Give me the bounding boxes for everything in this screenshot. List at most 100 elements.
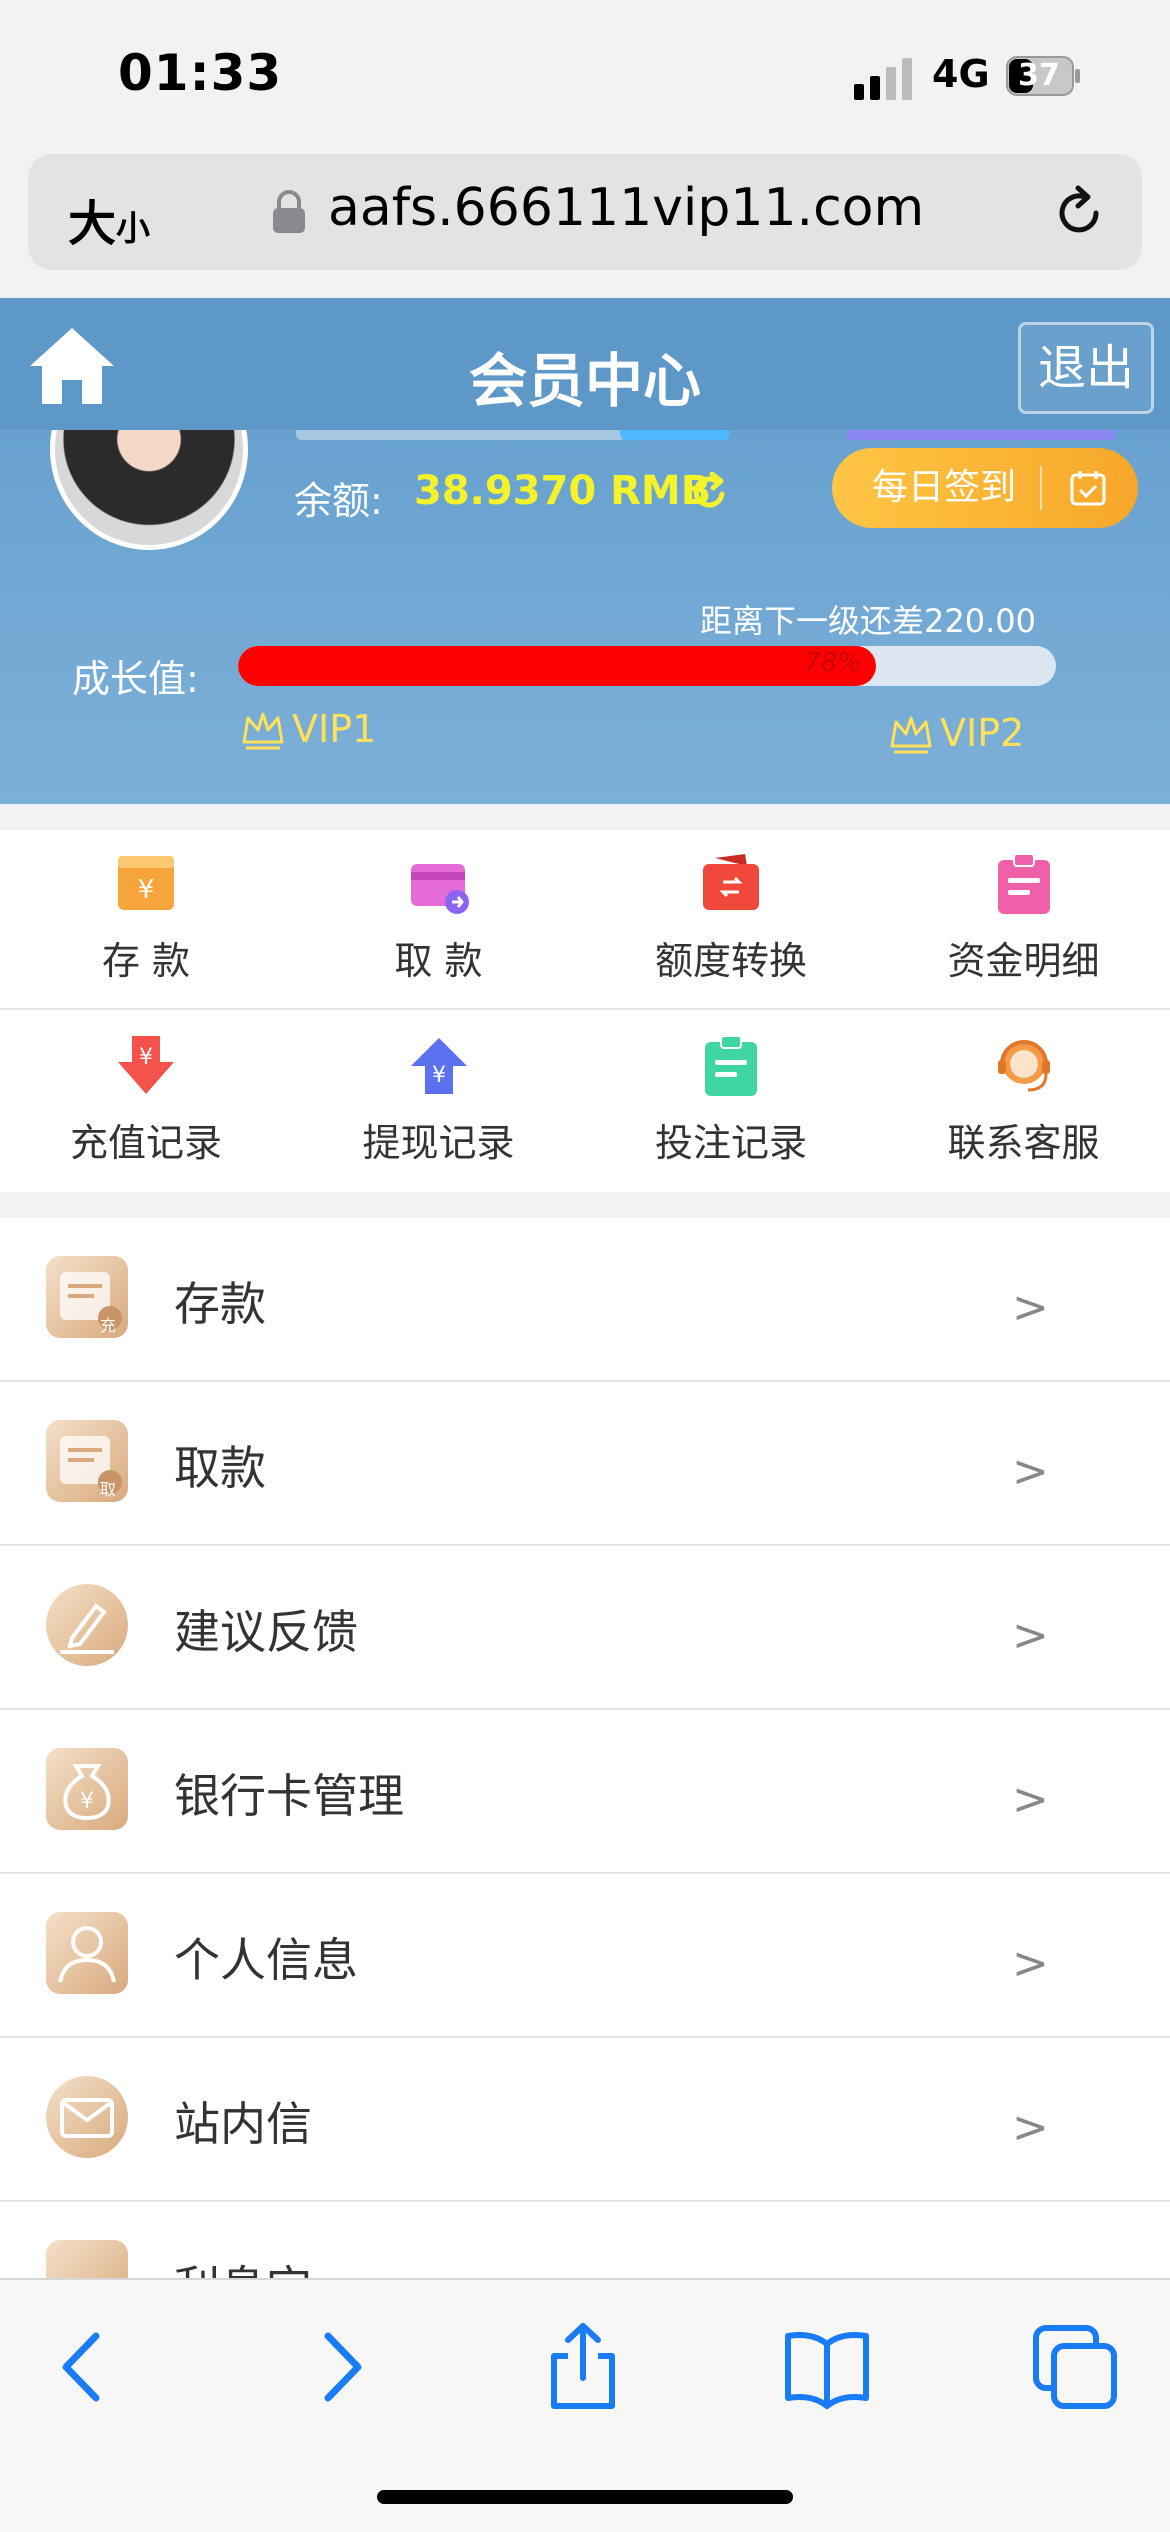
menu-item-profile[interactable]: 个人信息 >	[0, 1874, 1170, 2038]
logout-button[interactable]: 退出	[1018, 322, 1154, 414]
share-icon[interactable]	[538, 2322, 628, 2412]
quick-action-fund-details[interactable]: 资金明细	[878, 830, 1170, 1010]
crown-icon	[890, 716, 932, 754]
quick-action-label: 充值记录	[69, 1121, 222, 1165]
quick-action-withdraw[interactable]: 取 款	[293, 830, 586, 1010]
menu-item-label: 银行卡管理	[174, 1769, 404, 1823]
network-type: 4G	[932, 52, 990, 96]
crown-icon	[242, 712, 284, 750]
quick-action-contact-support[interactable]: 联系客服	[878, 1012, 1170, 1192]
forward-icon[interactable]	[294, 2322, 384, 2412]
svg-text:¥: ¥	[139, 1045, 153, 1070]
daily-checkin-button[interactable]: 每日签到	[832, 448, 1138, 528]
quick-actions-row: ¥ 存 款 取 款 额度转换 资金明细	[0, 830, 1170, 1010]
withdraw-menu-badge: 取	[100, 1480, 117, 1499]
deposit-icon: ¥	[118, 856, 174, 910]
chevron-right-icon: >	[1012, 1446, 1049, 1497]
deposit-menu-badge: 充	[100, 1316, 117, 1335]
growth-progress-bar: 78%	[238, 646, 1056, 686]
recharge-record-icon: ¥	[118, 1036, 174, 1094]
quick-action-bet-record[interactable]: 投注记录	[585, 1012, 878, 1192]
chevron-right-icon: >	[1012, 1282, 1049, 1333]
quick-action-label: 资金明细	[947, 939, 1100, 983]
svg-text:¥: ¥	[138, 875, 155, 905]
quick-action-label: 提现记录	[362, 1121, 515, 1165]
profile-icon	[46, 1912, 128, 1994]
quick-action-label: 存 款	[101, 939, 191, 983]
menu-list: 充 存款 > 取 取款 > 建议反馈 > ¥ 银行卡管理 > 个人信息 > 站内…	[0, 1218, 1170, 2278]
text-size-small-label: 小	[116, 209, 151, 249]
chevron-right-icon: >	[1012, 2102, 1049, 2153]
quick-action-label: 投注记录	[654, 1121, 807, 1165]
chevron-right-icon: >	[1012, 1610, 1049, 1661]
mail-icon	[46, 2076, 128, 2158]
support-icon	[997, 1040, 1050, 1092]
menu-item-bank-card[interactable]: ¥ 银行卡管理 >	[0, 1710, 1170, 1874]
chevron-right-icon: >	[1012, 1774, 1049, 1825]
vip-current-label: VIP1	[292, 707, 377, 751]
vip-next: VIP2	[888, 710, 1024, 756]
page-title: 会员中心	[468, 347, 701, 415]
quick-action-label: 联系客服	[947, 1121, 1100, 1165]
calendar-icon	[1070, 471, 1106, 506]
text-size-button[interactable]: 大小	[68, 184, 150, 254]
withdraw-icon	[410, 864, 469, 914]
svg-text:¥: ¥	[432, 1063, 446, 1088]
withdraw-record-icon: ¥	[410, 1038, 467, 1094]
tabs-icon[interactable]	[1030, 2322, 1120, 2412]
daily-checkin-label: 每日签到	[872, 467, 1017, 508]
menu-item-label: 利息宝	[174, 2252, 312, 2278]
menu-item-mail[interactable]: 站内信 >	[0, 2038, 1170, 2202]
menu-item-withdraw[interactable]: 取 取款 >	[0, 1382, 1170, 1546]
menu-item-label: 存款	[174, 1277, 266, 1331]
quick-action-transfer[interactable]: 额度转换	[585, 830, 878, 1010]
status-time: 01:33	[118, 44, 283, 102]
quick-actions-grid: ¥ 存 款 取 款 额度转换 资金明细 ¥ 充值记录 ¥ 提现记录 投注记录 联…	[0, 830, 1170, 1192]
cellular-signal-icon	[854, 58, 912, 100]
menu-item-label: 建议反馈	[174, 1605, 358, 1659]
menu-item-interest[interactable]: 利息宝 >	[0, 2202, 1170, 2278]
address-bar[interactable]: 大小 aafs.666111vip11.com	[28, 154, 1142, 270]
quick-action-deposit[interactable]: ¥ 存 款	[0, 830, 293, 1010]
browser-toolbar	[0, 2278, 1170, 2532]
member-header: 会员中心 退出 余额: 38.9370 RMB 每日签到 距离下一级还差220.…	[0, 298, 1170, 804]
growth-progress-text: 78%	[804, 648, 862, 678]
menu-item-deposit[interactable]: 充 存款 >	[0, 1218, 1170, 1382]
bookmarks-icon[interactable]	[782, 2322, 872, 2412]
menu-item-label: 站内信	[174, 2097, 312, 2151]
growth-gap-text: 距离下一级还差220.00	[700, 602, 1036, 640]
bet-record-icon	[705, 1035, 757, 1096]
vip-next-label: VIP2	[940, 711, 1025, 755]
bank-card-icon: ¥	[46, 1748, 128, 1830]
back-icon[interactable]	[40, 2322, 130, 2412]
balance-label: 余额:	[294, 479, 383, 523]
quick-actions-row: ¥ 充值记录 ¥ 提现记录 投注记录 联系客服	[0, 1012, 1170, 1192]
checkin-divider	[1040, 466, 1042, 510]
svg-text:¥: ¥	[80, 1789, 94, 1814]
growth-label: 成长值:	[72, 657, 199, 701]
menu-item-feedback[interactable]: 建议反馈 >	[0, 1546, 1170, 1710]
transfer-icon	[703, 854, 759, 910]
quick-action-label: 取 款	[394, 939, 483, 983]
reload-icon[interactable]	[1050, 184, 1108, 242]
refresh-balance-icon[interactable]	[690, 472, 730, 512]
vip-current: VIP1	[240, 706, 376, 752]
feedback-icon	[46, 1584, 128, 1666]
quick-action-withdraw-record[interactable]: ¥ 提现记录	[293, 1012, 586, 1192]
home-indicator	[377, 2490, 793, 2504]
growth-progress-fill	[238, 646, 877, 686]
nav-bar: 会员中心 退出	[0, 298, 1170, 430]
chevron-right-icon: >	[1012, 1938, 1049, 1989]
url-text[interactable]: aafs.666111vip11.com	[328, 178, 924, 238]
menu-item-label: 取款	[174, 1441, 266, 1495]
text-size-big-label: 大	[68, 196, 117, 252]
balance-value: 38.9370 RMB	[414, 468, 712, 514]
interest-icon	[46, 2240, 128, 2278]
chevron-right-icon: >	[1012, 2266, 1049, 2278]
battery-level: 37	[1018, 58, 1060, 93]
quick-action-recharge-record[interactable]: ¥ 充值记录	[0, 1012, 293, 1192]
quick-action-label: 额度转换	[654, 939, 807, 983]
lock-icon	[273, 190, 305, 233]
details-icon	[997, 853, 1050, 914]
menu-item-label: 个人信息	[174, 1933, 358, 1987]
